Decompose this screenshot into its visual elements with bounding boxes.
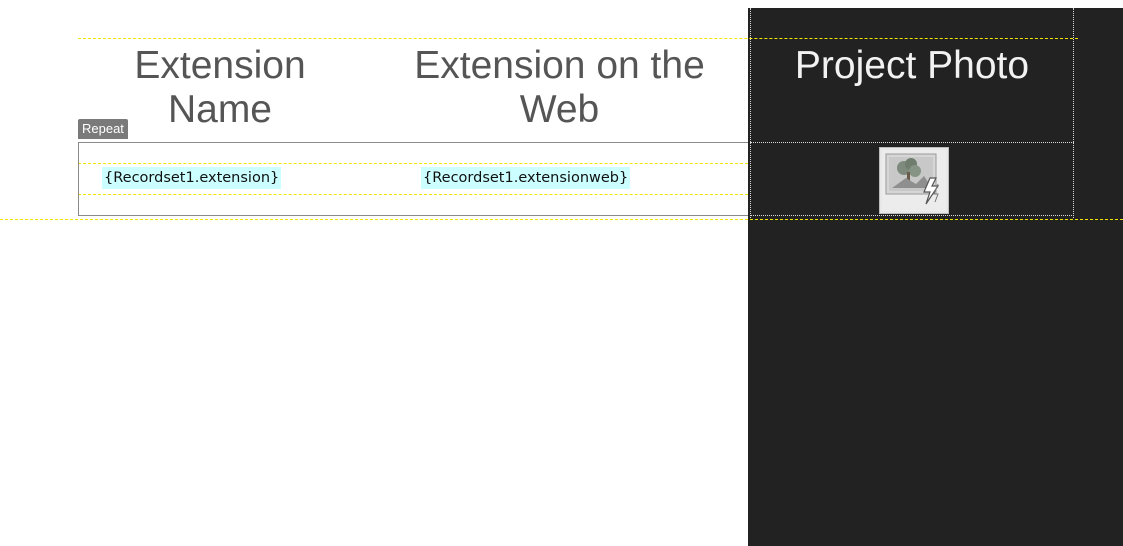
table-bottom-guide	[0, 219, 1123, 220]
cell-left-dotted-border	[750, 8, 751, 218]
header-project-photo[interactable]: Project Photo	[752, 44, 1072, 88]
header-extension-name[interactable]: Extension Name	[110, 44, 330, 132]
binding-recordset-extension[interactable]: {Recordset1.extension}	[102, 167, 282, 189]
design-view-canvas: Extension Name Extension on the Web Proj…	[0, 0, 1123, 546]
photo-cell-bottom-dotted-border	[750, 215, 1074, 216]
cell-right-dotted-border	[1073, 8, 1074, 218]
dynamic-image-placeholder-icon[interactable]	[879, 147, 949, 214]
project-photo-column-background	[748, 8, 1123, 546]
photo-cell-top-dotted-border	[750, 142, 1074, 143]
image-placeholder-graphic	[882, 150, 946, 211]
table-top-guide	[78, 38, 1078, 39]
binding-recordset-extensionweb[interactable]: {Recordset1.extensionweb}	[421, 167, 631, 189]
repeat-region-tab[interactable]: Repeat	[78, 119, 128, 139]
header-extension-on-the-web[interactable]: Extension on the Web	[392, 44, 727, 132]
